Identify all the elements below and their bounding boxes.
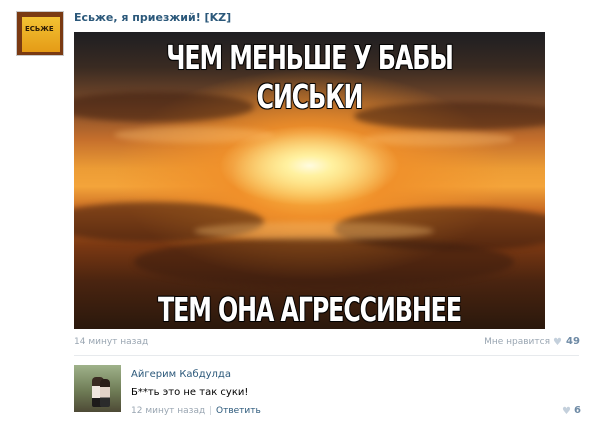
community-avatar[interactable]: ЕСЬЖЕ (16, 11, 64, 56)
divider (74, 355, 579, 356)
post-image[interactable]: ЧЕМ МЕНЬШЕ У БАБЫ СИСЬКИ ТЕМ ОНА АГРЕССИ… (74, 32, 545, 329)
comment-avatar[interactable] (74, 365, 121, 412)
avatar-logo-text: ЕСЬЖЕ (25, 25, 54, 33)
comment-like-count[interactable]: 6 (574, 405, 581, 416)
cloud-shape (114, 127, 274, 143)
avatar-logo (22, 17, 60, 52)
cloud-shape (134, 237, 514, 287)
cloud-shape (364, 132, 514, 146)
reply-button[interactable]: Ответить (216, 406, 261, 416)
comment-text: Б**ть это не так суки! (131, 387, 249, 398)
comment-timestamp[interactable]: 12 минут назад (131, 406, 205, 416)
comment-author-link[interactable]: Айгерим Кабдулда (131, 369, 231, 380)
meme-bottom-caption: ТЕМ ОНА АГРЕССИВНЕЕ (158, 290, 462, 329)
like-count[interactable]: 49 (566, 336, 580, 347)
heart-icon[interactable]: ♥ (553, 337, 562, 348)
heart-icon[interactable]: ♥ (562, 406, 571, 417)
meme-top-caption: ЧЕМ МЕНЬШЕ У БАБЫ СИСЬКИ (166, 38, 454, 116)
wall-post: ЕСЬЖЕ Есьже, я приезжий! [KZ] ЧЕМ МЕНЬШЕ… (0, 0, 600, 432)
cloud-shape (194, 222, 434, 240)
avatar-figure (100, 379, 110, 407)
post-author-link[interactable]: Есьже, я приезжий! [KZ] (74, 11, 231, 24)
post-timestamp[interactable]: 14 минут назад (74, 337, 148, 347)
like-button-label[interactable]: Мне нравится (484, 337, 550, 347)
comment-meta-separator: | (209, 406, 213, 416)
